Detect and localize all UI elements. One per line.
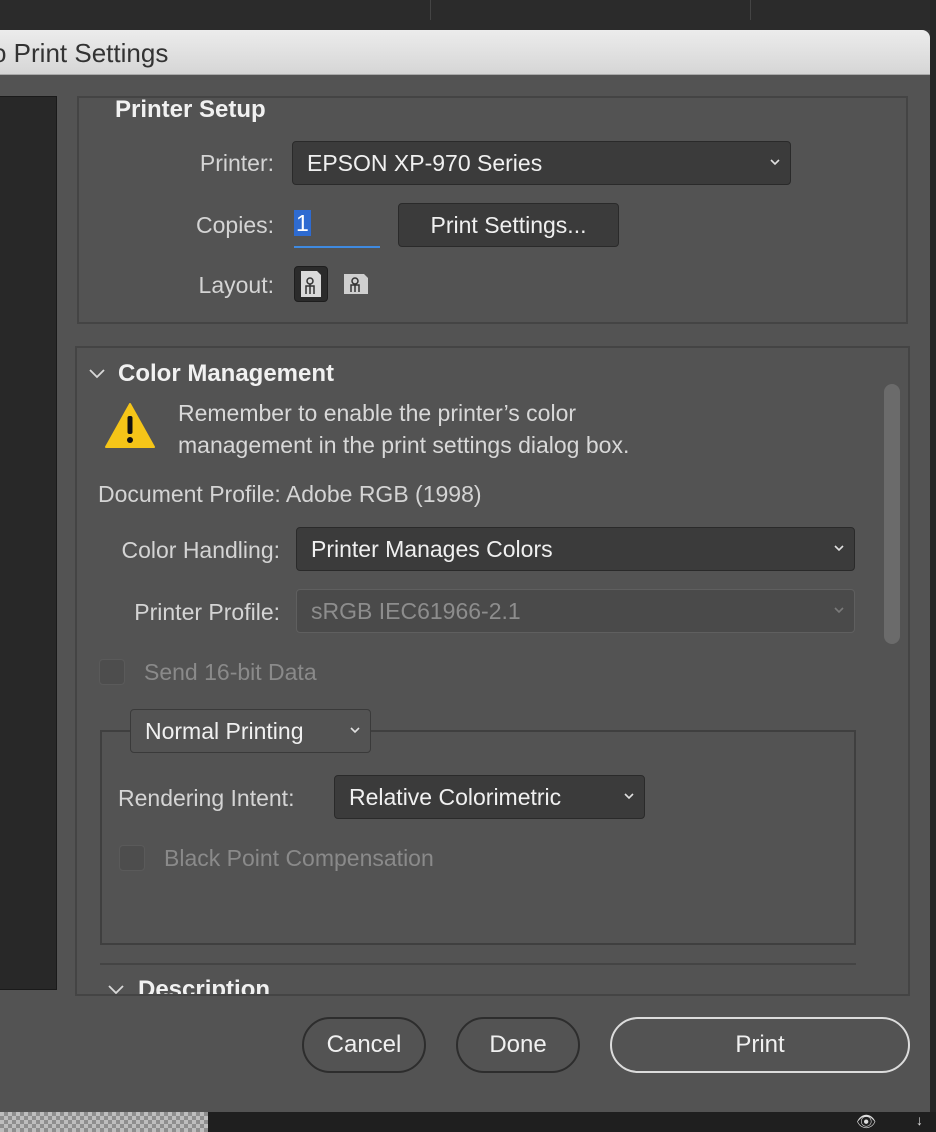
chevron-down-icon[interactable]	[107, 982, 125, 994]
chevron-down-icon	[834, 545, 844, 552]
transparency-checkerboard	[0, 1112, 208, 1132]
printer-profile-value: sRGB IEC61966-2.1	[311, 597, 521, 624]
eye-icon[interactable]: 👁	[856, 1112, 876, 1132]
copies-input-value: 1	[294, 210, 311, 236]
printer-label: Printer:	[199, 150, 274, 176]
color-management-title[interactable]: Color Management	[118, 360, 334, 388]
window-titlebar[interactable]: o Print Settings	[0, 30, 930, 75]
landscape-layout-icon	[344, 274, 368, 294]
printer-profile-label: Printer Profile:	[134, 599, 280, 625]
done-button[interactable]: Done	[456, 1017, 580, 1073]
arrow-down-icon: ↓	[916, 1112, 923, 1128]
send-16bit-label: Send 16-bit Data	[144, 659, 317, 685]
background-toolbar	[0, 0, 936, 30]
chevron-down-icon[interactable]	[88, 366, 106, 380]
copies-input[interactable]: 1	[294, 210, 380, 248]
warning-line-1: Remember to enable the printer’s color	[178, 400, 577, 426]
landscape-layout-button[interactable]	[340, 266, 374, 302]
chevron-down-icon	[770, 159, 780, 166]
printer-setup-title: Printer Setup	[115, 96, 266, 123]
printer-dropdown[interactable]: EPSON XP-970 Series	[292, 141, 791, 185]
layout-label: Layout:	[198, 272, 274, 298]
portrait-layout-icon	[301, 271, 321, 297]
printer-dropdown-value: EPSON XP-970 Series	[307, 149, 543, 176]
black-point-compensation-label: Black Point Compensation	[164, 845, 434, 871]
black-point-compensation-checkbox[interactable]	[119, 845, 145, 871]
color-handling-dropdown[interactable]: Printer Manages Colors	[296, 527, 855, 571]
background-bottom-bar	[208, 1112, 936, 1132]
color-handling-label: Color Handling:	[121, 537, 280, 563]
rendering-intent-value: Relative Colorimetric	[349, 783, 562, 810]
chevron-down-icon	[350, 727, 360, 734]
warning-icon	[105, 403, 155, 448]
portrait-layout-button[interactable]	[294, 266, 328, 302]
background-right-edge	[930, 0, 936, 1132]
scrollbar-thumb[interactable]	[884, 384, 900, 644]
background-toolbar-segment	[0, 0, 431, 20]
print-settings-button[interactable]: Print Settings...	[398, 203, 619, 247]
section-divider	[100, 963, 856, 965]
printing-mode-value: Normal Printing	[145, 717, 304, 744]
background-toolbar-segment	[430, 0, 751, 20]
color-handling-value: Printer Manages Colors	[311, 535, 553, 562]
print-button[interactable]: Print	[610, 1017, 910, 1073]
send-16bit-checkbox[interactable]	[99, 659, 125, 685]
printer-profile-dropdown[interactable]: sRGB IEC61966-2.1	[296, 589, 855, 633]
window-title: o Print Settings	[0, 38, 169, 68]
print-preview-area	[0, 96, 57, 990]
chevron-down-icon	[834, 607, 844, 614]
warning-line-2: management in the print settings dialog …	[178, 432, 630, 458]
copies-label: Copies:	[196, 212, 274, 238]
rendering-intent-label: Rendering Intent:	[118, 785, 295, 811]
cancel-button[interactable]: Cancel	[302, 1017, 426, 1073]
chevron-down-icon	[624, 793, 634, 800]
print-settings-dialog: o Print Settings Printer Setup Printer: …	[0, 30, 930, 1112]
description-header-clip: Description	[77, 976, 873, 994]
printing-options-group	[100, 730, 856, 945]
document-profile-text: Document Profile: Adobe RGB (1998)	[98, 481, 482, 507]
printing-mode-dropdown[interactable]: Normal Printing	[130, 709, 371, 753]
description-title[interactable]: Description	[138, 976, 270, 994]
rendering-intent-dropdown[interactable]: Relative Colorimetric	[334, 775, 645, 819]
